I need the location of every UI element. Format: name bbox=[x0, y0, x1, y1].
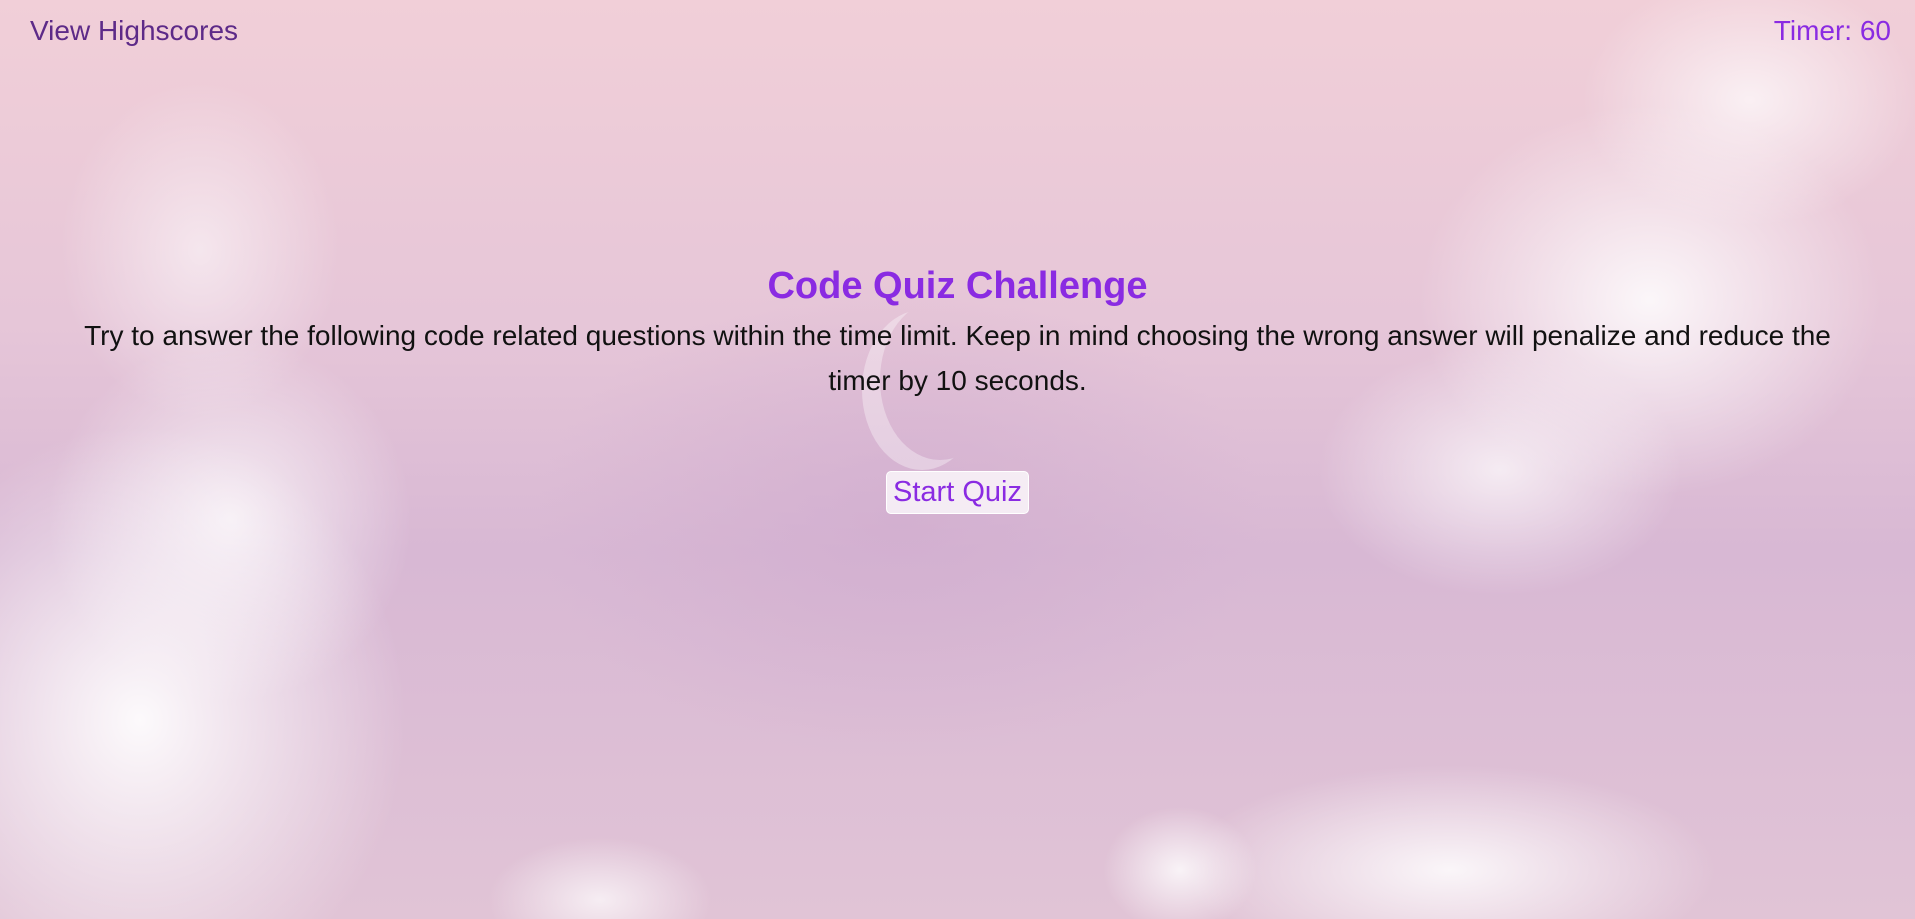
quiz-instructions: Try to answer the following code related… bbox=[84, 320, 1831, 396]
view-highscores-link[interactable]: View Highscores bbox=[30, 15, 238, 47]
timer-display: Timer: 60 bbox=[1773, 15, 1891, 46]
start-quiz-button[interactable]: Start Quiz bbox=[886, 471, 1029, 514]
page-title: Code Quiz Challenge bbox=[767, 265, 1148, 307]
quiz-intro-section: Code Quiz Challenge Try to answer the fo… bbox=[0, 263, 1915, 514]
